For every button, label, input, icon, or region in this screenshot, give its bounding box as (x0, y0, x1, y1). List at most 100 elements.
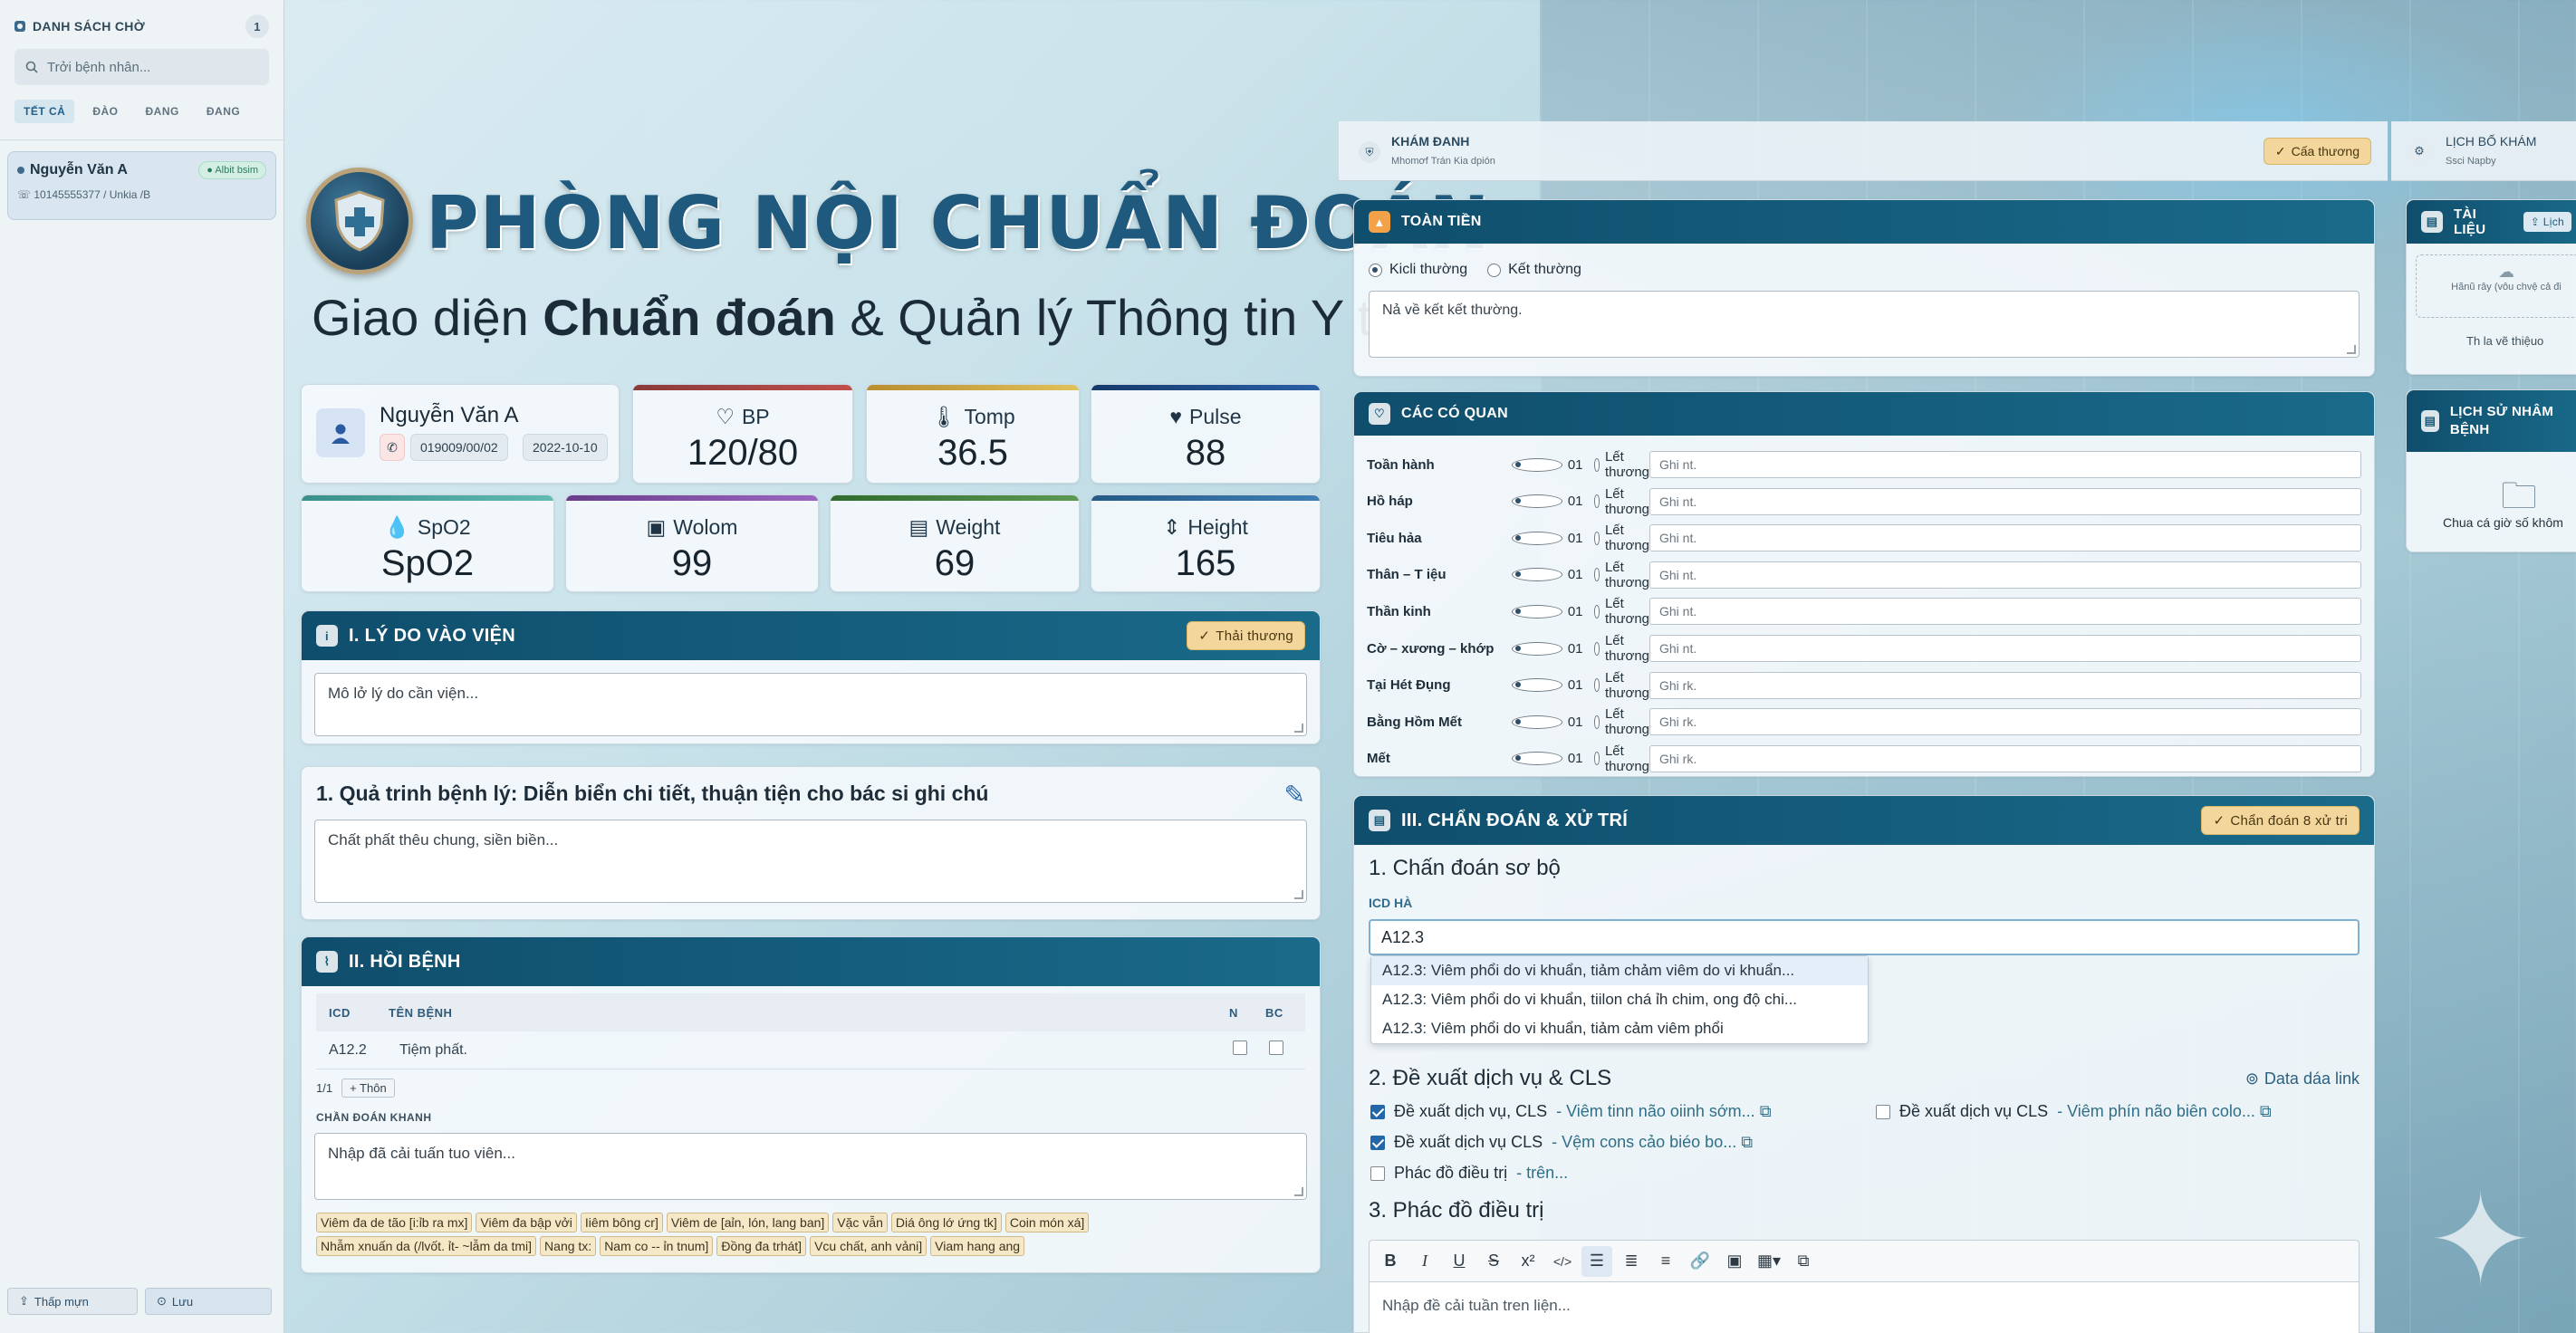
diagnosis-tag-button[interactable]: ✓ Chẩn đoán 8 xử tri (2201, 806, 2360, 835)
keyword-chip[interactable]: Đồng đa trhát] (716, 1236, 807, 1256)
vital-pulse-card: ♥ Pulse 88 (1091, 384, 1321, 484)
tab-dang[interactable]: ĐANG (137, 100, 188, 123)
service-link[interactable]: trên... (1526, 1164, 1568, 1182)
link-button[interactable]: 🔗 (1685, 1246, 1716, 1277)
patient-search-input[interactable]: Trởi bệnh nhân... (14, 49, 269, 85)
upload-dropzone[interactable]: ☁ Hãnũ rây (vôu chvệ cả đi (2416, 254, 2576, 318)
organ-note-input[interactable]: Ghi nt. (1649, 487, 2361, 515)
organ-note-input[interactable]: Ghi nt. (1649, 598, 2361, 626)
keyword-chip[interactable]: Nang tx: (540, 1236, 597, 1256)
external-link-icon: ⧉ (2259, 1102, 2272, 1120)
history-textarea[interactable]: Chất phất thêu chung, siền biền... (314, 820, 1307, 903)
share-button[interactable]: ⇪ Thấp mựn (7, 1288, 138, 1315)
numbered-list-button[interactable]: ≣ (1616, 1246, 1647, 1277)
service-checkbox[interactable] (1370, 1165, 1385, 1181)
abnormal-radio[interactable] (1487, 263, 1502, 277)
service-checkbox[interactable] (1370, 1104, 1385, 1119)
keyword-chip[interactable]: Nhẫm xnuấn da (/lvốt. ỉt- ~lẫm da tmi] (316, 1236, 537, 1256)
code-button[interactable]: </> (1547, 1246, 1578, 1277)
keyword-chip[interactable]: Viêm đa de tão [i:ỉb ra mx] (316, 1213, 473, 1232)
tab-dang-2[interactable]: ĐANG (197, 100, 249, 123)
keyword-chip[interactable]: Vặc vẫn (832, 1213, 888, 1232)
table-button[interactable]: ▦▾ (1754, 1246, 1784, 1277)
organ-note-input[interactable]: Ghi rk. (1649, 708, 2361, 736)
icd-search-input[interactable]: A12.3 (1369, 919, 2360, 955)
service-item[interactable]: Đề xuất dịch vụ, CLS - Viêm tinn não oiin… (1370, 1102, 1772, 1121)
keyword-chip[interactable]: Viam hang ang (930, 1236, 1025, 1256)
icd-option[interactable]: A12.3: Viêm phổi do vi khuẩn, tiảm cảm v… (1371, 1014, 1868, 1043)
organ-abnormal-radio[interactable] (1593, 568, 1600, 582)
superscript-button[interactable]: x² (1513, 1246, 1543, 1277)
organ-normal-radio[interactable] (1512, 604, 1562, 619)
bold-button[interactable]: B (1375, 1246, 1406, 1277)
organ-note-input[interactable]: Ghi nt. (1649, 524, 2361, 552)
keyword-chip[interactable]: Coin món xá] (1004, 1213, 1090, 1232)
normal-radio[interactable] (1369, 263, 1382, 277)
queue-patient-item[interactable]: Nguyễn Văn A ● Albit bsim ☏ 10145555377 … (7, 151, 276, 220)
template-button[interactable]: ⧉ (1788, 1246, 1819, 1277)
documents-action-button[interactable]: ⇪ Lịch (2523, 212, 2571, 232)
general-exam-textarea[interactable]: Nả về kết kết thường. (1369, 291, 2360, 358)
n-checkbox[interactable] (1233, 1041, 1247, 1055)
indent-list-button[interactable]: ≡ (1650, 1246, 1681, 1277)
keyword-chip[interactable]: Vcu chất, anh vảni] (810, 1236, 928, 1256)
organ-abnormal-radio[interactable] (1593, 531, 1600, 545)
organ-abnormal-radio[interactable] (1593, 641, 1600, 656)
service-link[interactable]: Viêm phín não biên colo... (2067, 1102, 2255, 1120)
add-row-button[interactable]: + Thôn (341, 1079, 395, 1098)
organ-normal-radio[interactable] (1512, 714, 1562, 729)
service-item[interactable]: Đề xuất dịch vụ CLS - Viêm phín não biên … (1876, 1102, 2272, 1121)
organ-abnormal-radio[interactable] (1593, 714, 1600, 729)
bc-checkbox[interactable] (1269, 1041, 1283, 1055)
organ-normal-radio[interactable] (1512, 678, 1562, 693)
upload-link[interactable]: Th la vẽ thiệuo (2466, 334, 2543, 348)
tab-all[interactable]: TẾT CẢ (14, 100, 75, 123)
organ-normal-radio[interactable] (1512, 752, 1562, 766)
data-link-button[interactable]: ⊚ Data dáa link (2245, 1069, 2360, 1088)
icd-option[interactable]: A12.3: Viêm phổi do vi khuẩn, tiilon chá… (1371, 985, 1868, 1014)
organ-note-input[interactable]: Ghi nt. (1649, 635, 2361, 662)
keyword-chip[interactable]: Viêm đa bập vởi (476, 1213, 577, 1232)
organ-note-input[interactable]: Ghi nt. (1649, 561, 2361, 589)
organ-abnormal-radio[interactable] (1593, 604, 1600, 619)
organ-abnormal-radio[interactable] (1593, 678, 1600, 693)
keyword-chip[interactable]: Nam co -- ỉn tnum] (600, 1236, 714, 1256)
organ-note-input[interactable]: Ghi rk. (1649, 744, 2361, 772)
diagnosis-textarea[interactable]: Nhập đã cải tuấn tuo viên... (314, 1133, 1307, 1200)
tab-dao[interactable]: ĐÀO (83, 100, 127, 123)
organ-abnormal-radio[interactable] (1593, 494, 1600, 509)
keyword-chip[interactable]: Viêm de [aỉn, lón, lang ban] (666, 1213, 830, 1232)
save-button[interactable]: ⊙ Lưu (145, 1288, 272, 1315)
service-item[interactable]: Đề xuất dịch vụ CLS - Vệm cons cảo biéo b… (1370, 1133, 1753, 1152)
pencil-icon[interactable]: ✎ (1284, 780, 1305, 810)
organ-note-input[interactable]: Ghi rk. (1649, 671, 2361, 699)
organ-abnormal-radio[interactable] (1593, 752, 1600, 766)
italic-button[interactable]: I (1409, 1246, 1440, 1277)
organ-abnormal-radio[interactable] (1593, 457, 1600, 472)
service-item[interactable]: Phác đồ điều trị - trên... (1370, 1164, 1568, 1183)
exam-title: KHÁM ĐANH (1391, 134, 1470, 149)
service-link[interactable]: Vệm cons cảo biéo bo... (1562, 1133, 1736, 1151)
bullet-list-button[interactable]: ☰ (1581, 1245, 1612, 1277)
organ-normal-radio[interactable] (1512, 641, 1562, 656)
treatment-editor[interactable]: Nhập đề cải tuần tren liện... (1369, 1281, 2360, 1333)
keyword-chip[interactable]: Iiêm bông cr] (580, 1213, 663, 1232)
strikethrough-button[interactable]: S (1478, 1246, 1509, 1277)
organ-note-input[interactable]: Ghi nt. (1649, 451, 2361, 478)
service-checkbox[interactable] (1370, 1135, 1385, 1150)
keyword-chip[interactable]: Diá ông lớ ứng tk] (890, 1213, 1002, 1232)
service-checkbox[interactable] (1876, 1104, 1890, 1119)
service-link[interactable]: Viêm tinn não oiinh sớm... (1566, 1102, 1755, 1120)
image-button[interactable]: ▣ (1719, 1246, 1750, 1277)
vital-temp-label: Tomp (964, 405, 1015, 428)
exam-status-button[interactable]: ✓ Cấa thương (2263, 138, 2371, 165)
organ-normal-radio[interactable] (1512, 531, 1562, 545)
status-tag-button[interactable]: ✓ Thải thương (1187, 621, 1305, 650)
organ-normal-radio[interactable] (1512, 457, 1562, 472)
underline-button[interactable]: U (1444, 1246, 1475, 1277)
admission-reason-textarea[interactable]: Mô lở lý do cần viện... (314, 673, 1307, 736)
icd-option[interactable]: A12.3: Viêm phổi do vi khuẩn, tiảm chảm … (1371, 956, 1868, 985)
organ-normal-radio[interactable] (1512, 494, 1562, 509)
settings-icon[interactable]: ⚙ (2408, 139, 2431, 163)
organ-normal-radio[interactable] (1512, 568, 1562, 582)
